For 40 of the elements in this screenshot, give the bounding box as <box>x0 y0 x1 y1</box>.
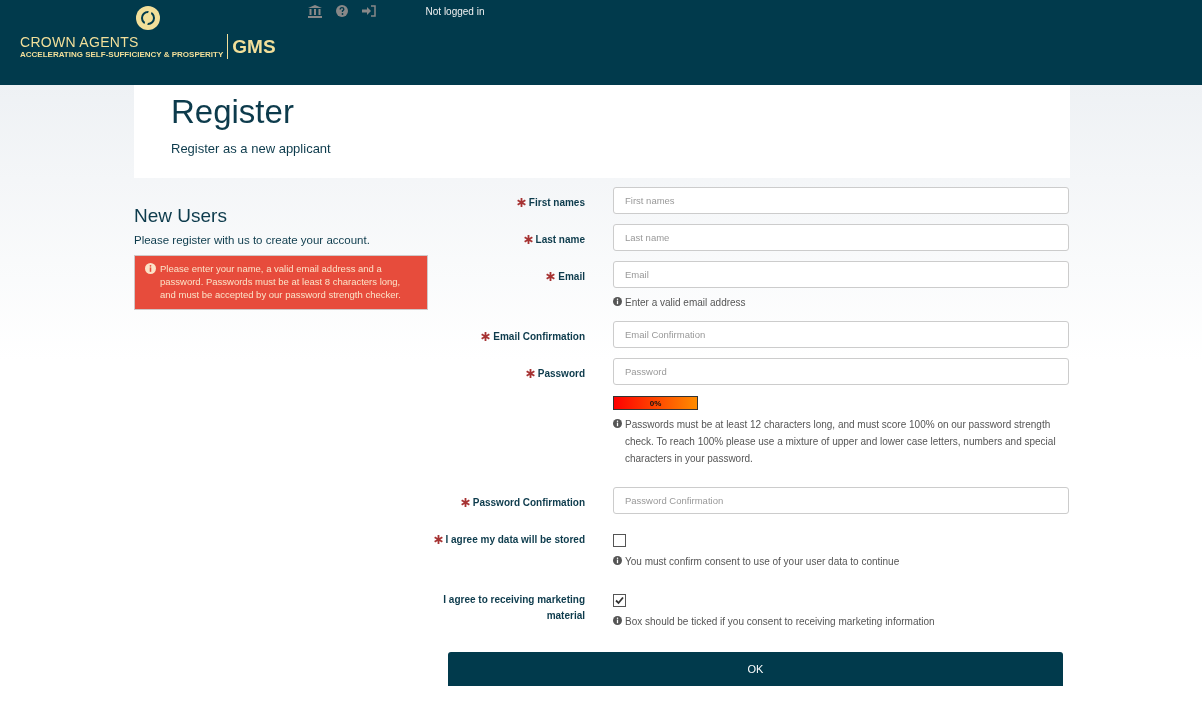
checkbox[interactable] <box>613 594 626 607</box>
login-status: Not logged in <box>425 5 485 17</box>
help-text: Box should be ticked if you consent to receiving marketing information <box>625 615 935 629</box>
help-text: You must confirm consent to use of your user data to continue <box>625 555 900 569</box>
field-label: Password Confirmation <box>428 487 585 514</box>
ok-button[interactable]: OK <box>448 652 1063 686</box>
info-icon <box>613 419 622 428</box>
info-icon <box>613 616 622 625</box>
brand-tagline: ACCELERATING SELF-SUFFICIENCY & PROSPERITY <box>20 50 224 59</box>
alert-text: Please enter your name, a valid email address and a password. Passwords must be at least 8 characters long, and must be accepted by our password strength checker. <box>160 262 402 301</box>
bank-icon[interactable] <box>307 4 322 18</box>
info-icon <box>145 263 156 274</box>
page-title: Register <box>171 93 295 131</box>
field-label: Password <box>428 358 585 467</box>
field-label: I agree my data will be stored <box>428 524 585 570</box>
logo-icon <box>135 6 160 30</box>
text-field[interactable]: Password <box>613 358 1069 385</box>
section-title: New Users <box>134 205 228 227</box>
text-field[interactable]: Email Confirmation <box>613 321 1069 348</box>
info-icon <box>613 556 622 565</box>
text-field[interactable]: Last name <box>613 224 1069 251</box>
section-text: Please register with us to create your account. <box>134 234 371 246</box>
field-label: Last name <box>428 224 585 251</box>
help-text: Passwords must be at least 12 characters long, and must score 100% on our password strength check. To reach 100% please use a mixture of upper and lower case letters, numbers and special characters in your password. <box>625 418 1057 466</box>
field-label: I agree to receiving marketing material <box>442 593 585 623</box>
strength-meter: 0% <box>613 396 698 410</box>
checkbox[interactable] <box>613 534 626 547</box>
field-label: Email Confirmation <box>428 321 585 348</box>
info-icon <box>613 297 622 306</box>
field-label: First names <box>428 187 585 214</box>
help-text: Enter a valid email address <box>625 296 746 310</box>
brand-name: CROWN AGENTS <box>20 34 140 50</box>
sign-in-icon[interactable] <box>361 5 376 17</box>
product-name: GMS <box>232 35 276 58</box>
text-field[interactable]: Email <box>613 261 1069 288</box>
field-label: Email <box>428 261 585 311</box>
page-subtitle: Register as a new applicant <box>171 141 332 156</box>
text-field[interactable]: Password Confirmation <box>613 487 1069 514</box>
text-field[interactable]: First names <box>613 187 1069 214</box>
help-icon[interactable] <box>335 5 348 17</box>
